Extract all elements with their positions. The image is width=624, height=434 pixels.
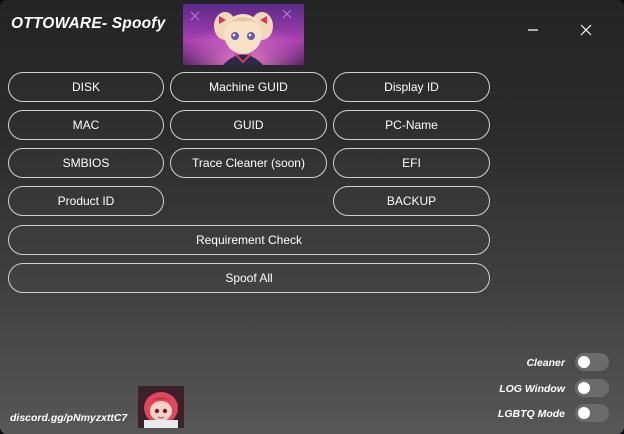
guid-button[interactable]: GUID [170,110,327,140]
efi-button[interactable]: EFI [333,148,490,178]
lgbtq-mode-toggle[interactable] [575,404,609,422]
cleaner-label: Cleaner [526,357,565,369]
log-window-toggle[interactable] [575,379,609,397]
pc-name-button[interactable]: PC-Name [333,110,490,140]
log-window-label: LOG Window [499,383,565,395]
minimize-button[interactable] [519,17,547,43]
disk-button[interactable]: DISK [8,72,164,102]
smbios-button[interactable]: SMBIOS [8,148,164,178]
display-id-button[interactable]: Display ID [333,72,490,102]
requirement-check-button[interactable]: Requirement Check [8,225,490,255]
mac-button[interactable]: MAC [8,110,164,140]
header-anime-image [183,4,304,65]
cleaner-toggle[interactable] [575,353,609,371]
spoofer-window: OTTOWARE- Spoofy DISK Machine GUID Displ… [0,0,624,434]
trace-cleaner-button[interactable]: Trace Cleaner (soon) [170,148,327,178]
machine-guid-button[interactable]: Machine GUID [170,72,327,102]
backup-button[interactable]: BACKUP [333,186,490,216]
minimize-icon [528,29,538,31]
close-icon [580,24,592,36]
toggle-knob [578,382,590,394]
product-id-button[interactable]: Product ID [8,186,164,216]
spoof-all-button[interactable]: Spoof All [8,263,490,293]
toggle-knob [578,356,590,368]
avatar [138,386,184,428]
toggle-knob [578,407,590,419]
app-title: OTTOWARE- Spoofy [11,15,166,32]
lgbtq-mode-label: LGBTQ Mode [497,408,565,420]
discord-link[interactable]: discord.gg/pNmyzxttC7 [10,412,127,424]
close-button[interactable] [572,17,600,43]
